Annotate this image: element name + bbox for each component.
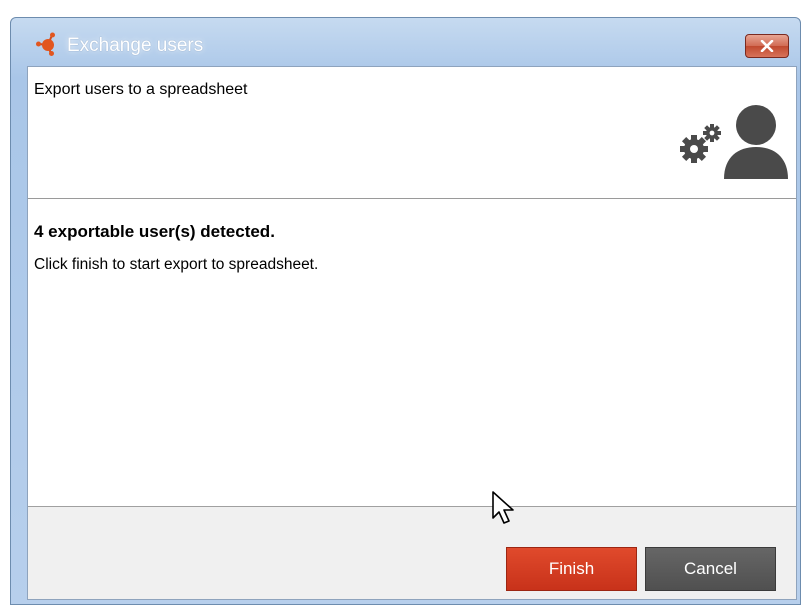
window-title: Exchange users <box>67 35 204 56</box>
user-settings-icon <box>680 105 788 179</box>
header-title: Export users to a spreadsheet <box>34 81 248 98</box>
close-button[interactable] <box>745 34 789 58</box>
dialog-client-area: Export users to a spreadsheet 4 exportab… <box>27 66 797 600</box>
cancel-button[interactable]: Cancel <box>645 547 776 591</box>
instruction-text: Click finish to start export to spreadsh… <box>34 256 319 273</box>
dialog-footer: Finish Cancel <box>28 506 796 599</box>
title-bar[interactable]: Exchange users <box>11 18 800 64</box>
close-icon <box>760 40 774 52</box>
finish-button-label: Finish <box>548 559 595 578</box>
mouse-pointer-icon <box>492 491 514 524</box>
dialog-body: 4 exportable user(s) detected. Click fin… <box>28 199 796 506</box>
dialog-window: Exchange users Export users to a spreads… <box>10 17 801 605</box>
cancel-button-label: Cancel <box>684 559 737 578</box>
network-nodes-icon <box>36 32 55 56</box>
dialog-header: Export users to a spreadsheet <box>28 67 796 199</box>
detected-count-text: 4 exportable user(s) detected. <box>34 222 275 241</box>
finish-button[interactable]: Finish <box>506 547 637 591</box>
